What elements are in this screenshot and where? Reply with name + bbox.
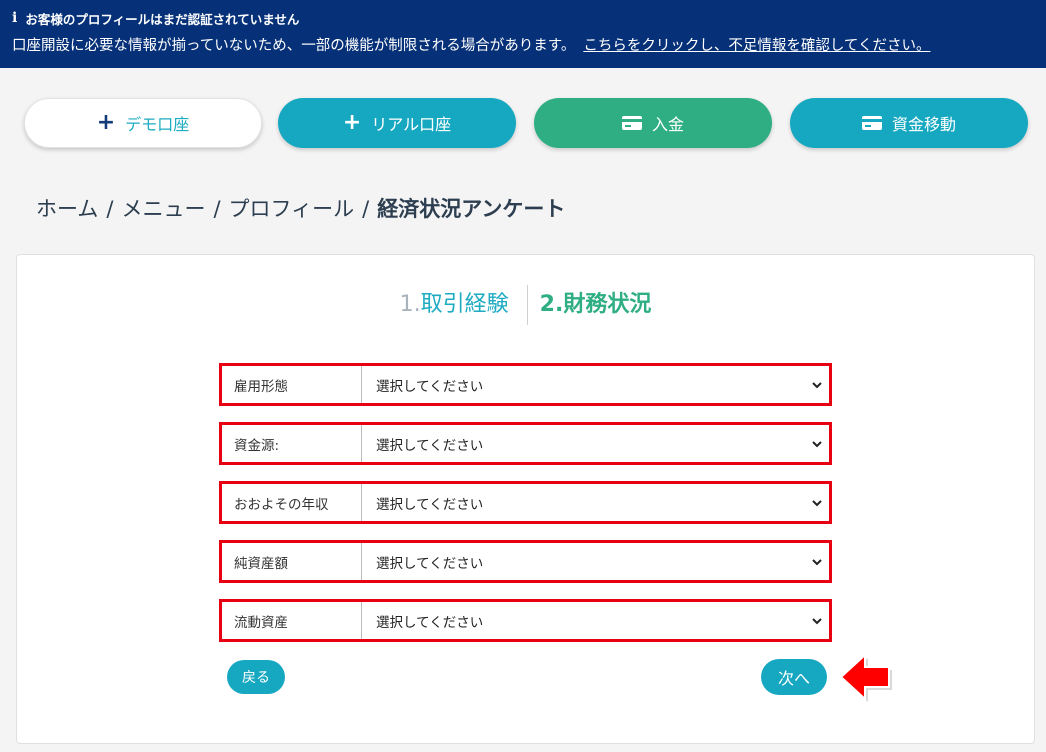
field-label: 雇用形態	[222, 366, 362, 403]
employment-type-select[interactable]: 選択してください	[362, 366, 829, 403]
real-account-label: リアル口座	[371, 115, 452, 134]
breadcrumb-profile[interactable]: プロフィール	[229, 197, 355, 221]
chevron-down-icon	[812, 381, 822, 388]
select-value: 選択してください	[376, 437, 484, 454]
select-value: 選択してください	[376, 555, 484, 572]
step1-number: 1.	[399, 292, 421, 317]
field-label: おおよその年収	[222, 484, 362, 521]
breadcrumb: ホーム / メニュー / プロフィール / 経済状況アンケート	[36, 193, 565, 223]
breadcrumb-separator: /	[106, 197, 114, 221]
card-icon	[621, 116, 642, 130]
breadcrumb-separator: /	[213, 197, 221, 221]
step-trading-experience[interactable]: 1.取引経験	[400, 285, 528, 325]
liquid-assets-select[interactable]: 選択してください	[362, 602, 829, 639]
employment-type-field: 雇用形態 選択してください	[219, 363, 832, 406]
step-indicator: 1.取引経験 2.財務状況	[17, 285, 1034, 325]
select-value: 選択してください	[376, 378, 484, 395]
deposit-label: 入金	[651, 115, 684, 134]
source-of-funds-field: 資金源: 選択してください	[219, 422, 832, 465]
liquid-assets-field: 流動資産 選択してください	[219, 599, 832, 642]
step-financial-status: 2.財務状況	[539, 292, 652, 317]
deposit-button[interactable]: 入金	[534, 98, 772, 148]
breadcrumb-separator: /	[362, 197, 370, 221]
source-of-funds-select[interactable]: 選択してください	[362, 425, 829, 462]
banner-title: お客様のプロフィールはまだ認証されていません	[25, 11, 300, 27]
plus-icon: +	[96, 110, 116, 135]
back-button[interactable]: 戻る	[227, 660, 285, 694]
banner-message: 口座開設に必要な情報が揃っていないため、一部の機能が制限される場合があります。	[12, 38, 576, 54]
annual-income-field: おおよその年収 選択してください	[219, 481, 832, 524]
verification-banner: i お客様のプロフィールはまだ認証されていません 口座開設に必要な情報が揃ってい…	[0, 0, 1046, 68]
field-label: 流動資産	[222, 602, 362, 639]
breadcrumb-menu[interactable]: メニュー	[121, 197, 205, 221]
questionnaire-panel: 1.取引経験 2.財務状況 雇用形態 選択してください 資金源: 選択してくださ…	[16, 254, 1035, 744]
select-value: 選択してください	[376, 614, 484, 631]
chevron-down-icon	[812, 440, 822, 447]
chevron-down-icon	[812, 499, 822, 506]
demo-account-button[interactable]: + デモ口座	[24, 98, 262, 148]
chevron-down-icon	[812, 617, 822, 624]
breadcrumb-home[interactable]: ホーム	[36, 197, 98, 221]
info-icon: i	[12, 10, 18, 26]
next-button[interactable]: 次へ	[761, 659, 827, 695]
select-value: 選択してください	[376, 496, 484, 513]
breadcrumb-current: 経済状況アンケート	[377, 197, 566, 221]
demo-account-label: デモ口座	[125, 115, 190, 134]
plus-icon: +	[342, 110, 362, 135]
card-icon	[861, 116, 882, 130]
field-label: 純資産額	[222, 543, 362, 580]
arrow-left-icon	[839, 652, 892, 702]
fund-transfer-button[interactable]: 資金移動	[790, 98, 1028, 148]
net-worth-select[interactable]: 選択してください	[362, 543, 829, 580]
fund-transfer-label: 資金移動	[891, 115, 956, 134]
annual-income-select[interactable]: 選択してください	[362, 484, 829, 521]
missing-info-link[interactable]: こちらをクリックし、不足情報を確認してください。	[583, 38, 930, 54]
chevron-down-icon	[812, 558, 822, 565]
field-label: 資金源:	[222, 425, 362, 462]
net-worth-field: 純資産額 選択してください	[219, 540, 832, 583]
real-account-button[interactable]: + リアル口座	[278, 98, 516, 148]
step1-label: 取引経験	[420, 292, 509, 317]
